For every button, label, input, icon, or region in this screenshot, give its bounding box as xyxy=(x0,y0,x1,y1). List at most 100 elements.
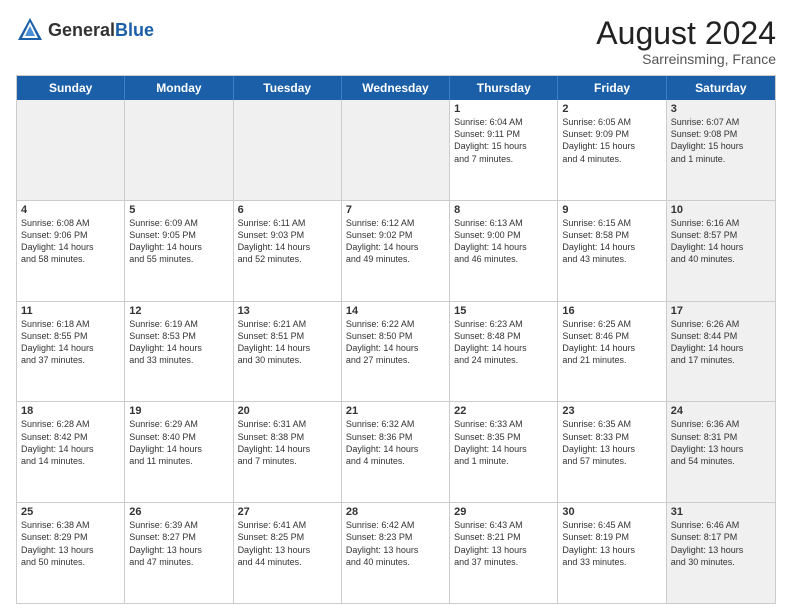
day-number: 25 xyxy=(21,506,120,518)
day-cell-23: 23Sunrise: 6:35 AM Sunset: 8:33 PM Dayli… xyxy=(558,402,666,502)
day-info: Sunrise: 6:22 AM Sunset: 8:50 PM Dayligh… xyxy=(346,318,445,367)
day-number: 28 xyxy=(346,506,445,518)
day-cell-20: 20Sunrise: 6:31 AM Sunset: 8:38 PM Dayli… xyxy=(234,402,342,502)
day-info: Sunrise: 6:18 AM Sunset: 8:55 PM Dayligh… xyxy=(21,318,120,367)
day-info: Sunrise: 6:31 AM Sunset: 8:38 PM Dayligh… xyxy=(238,418,337,467)
day-info: Sunrise: 6:11 AM Sunset: 9:03 PM Dayligh… xyxy=(238,217,337,266)
day-number: 30 xyxy=(562,506,661,518)
day-cell-8: 8Sunrise: 6:13 AM Sunset: 9:00 PM Daylig… xyxy=(450,201,558,301)
day-info: Sunrise: 6:36 AM Sunset: 8:31 PM Dayligh… xyxy=(671,418,771,467)
day-number: 4 xyxy=(21,204,120,216)
day-cell-30: 30Sunrise: 6:45 AM Sunset: 8:19 PM Dayli… xyxy=(558,503,666,603)
calendar-row-3: 11Sunrise: 6:18 AM Sunset: 8:55 PM Dayli… xyxy=(17,302,775,403)
day-number: 10 xyxy=(671,204,771,216)
day-number: 27 xyxy=(238,506,337,518)
day-number: 16 xyxy=(562,305,661,317)
weekday-header-friday: Friday xyxy=(558,76,666,100)
calendar-header: SundayMondayTuesdayWednesdayThursdayFrid… xyxy=(17,76,775,100)
calendar-body: 1Sunrise: 6:04 AM Sunset: 9:11 PM Daylig… xyxy=(17,100,775,603)
day-cell-15: 15Sunrise: 6:23 AM Sunset: 8:48 PM Dayli… xyxy=(450,302,558,402)
day-info: Sunrise: 6:09 AM Sunset: 9:05 PM Dayligh… xyxy=(129,217,228,266)
logo-general: General xyxy=(48,20,115,40)
day-info: Sunrise: 6:08 AM Sunset: 9:06 PM Dayligh… xyxy=(21,217,120,266)
day-cell-13: 13Sunrise: 6:21 AM Sunset: 8:51 PM Dayli… xyxy=(234,302,342,402)
day-info: Sunrise: 6:13 AM Sunset: 9:00 PM Dayligh… xyxy=(454,217,553,266)
location: Sarreinsming, France xyxy=(596,51,776,67)
day-cell-2: 2Sunrise: 6:05 AM Sunset: 9:09 PM Daylig… xyxy=(558,100,666,200)
day-cell-4: 4Sunrise: 6:08 AM Sunset: 9:06 PM Daylig… xyxy=(17,201,125,301)
day-info: Sunrise: 6:19 AM Sunset: 8:53 PM Dayligh… xyxy=(129,318,228,367)
day-info: Sunrise: 6:32 AM Sunset: 8:36 PM Dayligh… xyxy=(346,418,445,467)
day-info: Sunrise: 6:29 AM Sunset: 8:40 PM Dayligh… xyxy=(129,418,228,467)
day-info: Sunrise: 6:35 AM Sunset: 8:33 PM Dayligh… xyxy=(562,418,661,467)
day-cell-28: 28Sunrise: 6:42 AM Sunset: 8:23 PM Dayli… xyxy=(342,503,450,603)
calendar-row-4: 18Sunrise: 6:28 AM Sunset: 8:42 PM Dayli… xyxy=(17,402,775,503)
day-cell-26: 26Sunrise: 6:39 AM Sunset: 8:27 PM Dayli… xyxy=(125,503,233,603)
day-cell-16: 16Sunrise: 6:25 AM Sunset: 8:46 PM Dayli… xyxy=(558,302,666,402)
day-number: 3 xyxy=(671,103,771,115)
day-cell-7: 7Sunrise: 6:12 AM Sunset: 9:02 PM Daylig… xyxy=(342,201,450,301)
day-number: 15 xyxy=(454,305,553,317)
calendar-row-5: 25Sunrise: 6:38 AM Sunset: 8:29 PM Dayli… xyxy=(17,503,775,603)
day-cell-3: 3Sunrise: 6:07 AM Sunset: 9:08 PM Daylig… xyxy=(667,100,775,200)
day-cell-27: 27Sunrise: 6:41 AM Sunset: 8:25 PM Dayli… xyxy=(234,503,342,603)
day-number: 7 xyxy=(346,204,445,216)
day-number: 23 xyxy=(562,405,661,417)
weekday-header-sunday: Sunday xyxy=(17,76,125,100)
day-info: Sunrise: 6:28 AM Sunset: 8:42 PM Dayligh… xyxy=(21,418,120,467)
day-number: 31 xyxy=(671,506,771,518)
day-cell-21: 21Sunrise: 6:32 AM Sunset: 8:36 PM Dayli… xyxy=(342,402,450,502)
weekday-header-thursday: Thursday xyxy=(450,76,558,100)
page: GeneralBlue August 2024 Sarreinsming, Fr… xyxy=(0,0,792,612)
day-cell-22: 22Sunrise: 6:33 AM Sunset: 8:35 PM Dayli… xyxy=(450,402,558,502)
day-number: 18 xyxy=(21,405,120,417)
day-info: Sunrise: 6:26 AM Sunset: 8:44 PM Dayligh… xyxy=(671,318,771,367)
day-number: 29 xyxy=(454,506,553,518)
day-cell-5: 5Sunrise: 6:09 AM Sunset: 9:05 PM Daylig… xyxy=(125,201,233,301)
logo-blue: Blue xyxy=(115,20,154,40)
day-cell-18: 18Sunrise: 6:28 AM Sunset: 8:42 PM Dayli… xyxy=(17,402,125,502)
day-info: Sunrise: 6:12 AM Sunset: 9:02 PM Dayligh… xyxy=(346,217,445,266)
day-cell-6: 6Sunrise: 6:11 AM Sunset: 9:03 PM Daylig… xyxy=(234,201,342,301)
day-cell-10: 10Sunrise: 6:16 AM Sunset: 8:57 PM Dayli… xyxy=(667,201,775,301)
day-number: 1 xyxy=(454,103,553,115)
empty-cell-r0c3 xyxy=(342,100,450,200)
day-number: 19 xyxy=(129,405,228,417)
day-number: 2 xyxy=(562,103,661,115)
weekday-header-saturday: Saturday xyxy=(667,76,775,100)
day-cell-31: 31Sunrise: 6:46 AM Sunset: 8:17 PM Dayli… xyxy=(667,503,775,603)
day-info: Sunrise: 6:23 AM Sunset: 8:48 PM Dayligh… xyxy=(454,318,553,367)
generalblue-icon xyxy=(16,16,44,44)
day-info: Sunrise: 6:25 AM Sunset: 8:46 PM Dayligh… xyxy=(562,318,661,367)
day-cell-25: 25Sunrise: 6:38 AM Sunset: 8:29 PM Dayli… xyxy=(17,503,125,603)
day-cell-1: 1Sunrise: 6:04 AM Sunset: 9:11 PM Daylig… xyxy=(450,100,558,200)
day-number: 20 xyxy=(238,405,337,417)
day-cell-11: 11Sunrise: 6:18 AM Sunset: 8:55 PM Dayli… xyxy=(17,302,125,402)
day-cell-14: 14Sunrise: 6:22 AM Sunset: 8:50 PM Dayli… xyxy=(342,302,450,402)
day-number: 8 xyxy=(454,204,553,216)
logo: GeneralBlue xyxy=(16,16,154,44)
calendar: SundayMondayTuesdayWednesdayThursdayFrid… xyxy=(16,75,776,604)
logo-text: GeneralBlue xyxy=(48,20,154,41)
empty-cell-r0c1 xyxy=(125,100,233,200)
day-info: Sunrise: 6:39 AM Sunset: 8:27 PM Dayligh… xyxy=(129,519,228,568)
day-cell-17: 17Sunrise: 6:26 AM Sunset: 8:44 PM Dayli… xyxy=(667,302,775,402)
day-number: 26 xyxy=(129,506,228,518)
day-cell-29: 29Sunrise: 6:43 AM Sunset: 8:21 PM Dayli… xyxy=(450,503,558,603)
day-cell-12: 12Sunrise: 6:19 AM Sunset: 8:53 PM Dayli… xyxy=(125,302,233,402)
empty-cell-r0c0 xyxy=(17,100,125,200)
day-cell-19: 19Sunrise: 6:29 AM Sunset: 8:40 PM Dayli… xyxy=(125,402,233,502)
header: GeneralBlue August 2024 Sarreinsming, Fr… xyxy=(16,16,776,67)
weekday-header-tuesday: Tuesday xyxy=(234,76,342,100)
day-number: 22 xyxy=(454,405,553,417)
day-info: Sunrise: 6:38 AM Sunset: 8:29 PM Dayligh… xyxy=(21,519,120,568)
day-info: Sunrise: 6:46 AM Sunset: 8:17 PM Dayligh… xyxy=(671,519,771,568)
day-info: Sunrise: 6:04 AM Sunset: 9:11 PM Dayligh… xyxy=(454,116,553,165)
weekday-header-wednesday: Wednesday xyxy=(342,76,450,100)
month-year: August 2024 xyxy=(596,16,776,51)
day-info: Sunrise: 6:33 AM Sunset: 8:35 PM Dayligh… xyxy=(454,418,553,467)
day-info: Sunrise: 6:21 AM Sunset: 8:51 PM Dayligh… xyxy=(238,318,337,367)
calendar-row-1: 1Sunrise: 6:04 AM Sunset: 9:11 PM Daylig… xyxy=(17,100,775,201)
day-info: Sunrise: 6:41 AM Sunset: 8:25 PM Dayligh… xyxy=(238,519,337,568)
day-number: 24 xyxy=(671,405,771,417)
